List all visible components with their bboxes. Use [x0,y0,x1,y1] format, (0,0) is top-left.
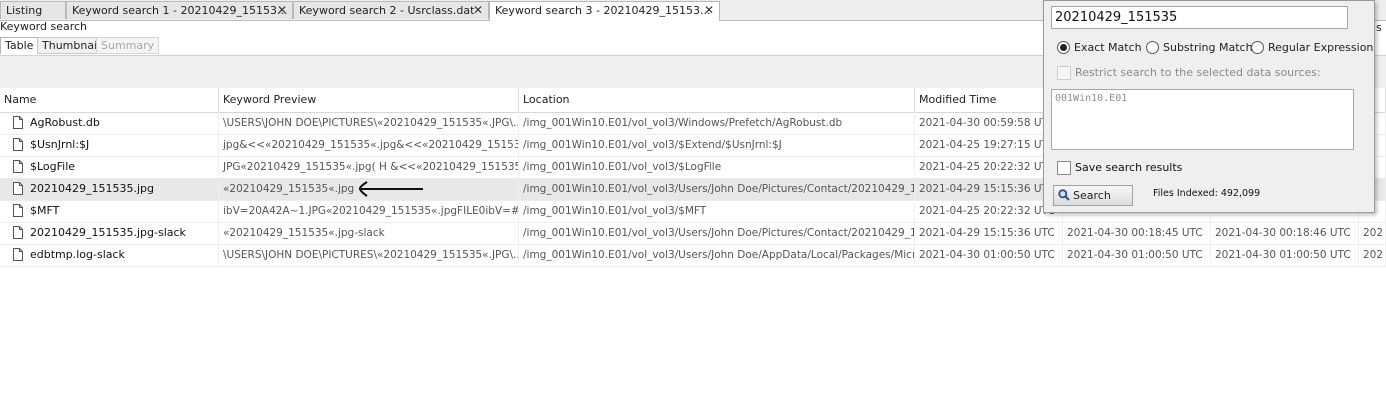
file-icon [13,204,23,217]
cell-col5: 2021-04-30 00:18:45 UTC [1063,222,1211,244]
cell-modified-time: 2021-04-29 15:15:36 UTC [915,222,1063,244]
cell-name: 20210429_151535.jpg [26,178,219,200]
file-icon [13,138,23,151]
search-button[interactable]: Search [1053,185,1133,206]
column-header-name[interactable]: Name [0,88,219,112]
radio-regular-expression[interactable]: Regular Expression [1251,40,1373,56]
cell-location: /img_001Win10.E01/vol_vol3/Users/John Do… [519,222,915,244]
search-query-input[interactable]: 20210429_151535 [1051,6,1348,29]
cell-keyword-preview: \USERS\JOHN DOE\PICTURES\«20210429_15153… [219,112,519,134]
save-results-label: Save search results [1075,161,1183,174]
tab-listing[interactable]: Listing [0,1,66,19]
subtab-summary: Summary [96,37,160,54]
cell-modified-time: 2021-04-25 20:22:32 UTC [915,156,1063,178]
search-icon [1058,189,1070,201]
file-icon [13,226,23,239]
cell-col6: 2021-04-30 00:18:46 UTC [1211,222,1359,244]
radio-unselected-icon [1146,41,1159,54]
table-row[interactable]: 20210429_151535.jpg-slack «20210429_1515… [0,222,1386,245]
file-icon [13,182,23,195]
files-indexed-count: Files Indexed: 492,099 [1153,188,1261,199]
tab-label: Keyword search 1 - 20210429_15153... [72,4,288,17]
tab-label: Keyword search 3 - 20210429_15153... [495,4,711,17]
cell-col7: 202 [1359,222,1386,244]
subtab-thumbnail[interactable]: Thumbnail [37,37,106,54]
radio-label: Regular Expression [1268,41,1374,54]
cell-name: $LogFile [26,156,219,178]
column-header-keyword-preview[interactable]: Keyword Preview [219,88,519,112]
cell-location: /img_001Win10.E01/vol_vol3/$Extend/$UsnJ… [519,134,915,156]
file-icon [13,248,23,261]
data-sources-list[interactable]: 001Win10.E01 [1051,89,1354,150]
column-header-modified-time[interactable]: Modified Time [915,88,1063,112]
panel-title: Keyword search [0,20,88,33]
cell-name: $MFT [26,200,219,222]
data-source-item[interactable]: 001Win10.E01 [1055,93,1350,104]
save-results-checkbox[interactable] [1057,161,1071,175]
cell-name: edbtmp.log-slack [26,244,219,266]
cell-location: /img_001Win10.E01/vol_vol3/Users/John Do… [519,244,915,266]
keyword-search-popup: 20210429_151535 Exact Match Substring Ma… [1043,0,1375,213]
cell-modified-time: 2021-04-29 15:15:36 UTC [915,178,1063,200]
cell-keyword-preview: ibV=20A42A~1.JPG«20210429_151535«.jpgFIL… [219,200,519,222]
cell-keyword-preview: \USERS\JOHN DOE\PICTURES\«20210429_15153… [219,244,519,266]
radio-substring-match[interactable]: Substring Match [1146,40,1253,56]
cell-col5: 2021-04-30 01:00:50 UTC [1063,244,1211,266]
cell-location: /img_001Win10.E01/vol_vol3/$MFT [519,200,915,222]
cell-keyword-preview: JPG«20210429_151535«.jpg( H &<<«20210429… [219,156,519,178]
clipped-text: s [1376,21,1382,34]
cell-col6: 2021-04-30 01:00:50 UTC [1211,244,1359,266]
cell-location: /img_001Win10.E01/vol_vol3/Windows/Prefe… [519,112,915,134]
radio-exact-match[interactable]: Exact Match [1057,40,1142,56]
cell-keyword-preview: jpg&<<«20210429_151535«.jpg&<<«20210429_… [219,134,519,156]
cell-modified-time: 2021-04-30 01:00:50 UTC [915,244,1063,266]
file-icon [13,116,23,129]
cell-keyword-preview: «20210429_151535«.jpg-slack [219,222,519,244]
cell-modified-time: 2021-04-30 00:59:58 UTC [915,112,1063,134]
subtab-table[interactable]: Table [0,37,39,54]
cell-location: /img_001Win10.E01/vol_vol3/Users/John Do… [519,178,915,200]
cell-modified-time: 2021-04-25 20:22:32 UTC [915,200,1063,222]
table-row[interactable]: edbtmp.log-slack \USERS\JOHN DOE\PICTURE… [0,244,1386,267]
radio-selected-icon [1057,41,1070,54]
radio-label: Exact Match [1074,41,1142,54]
close-icon[interactable]: ✕ [277,2,287,19]
close-icon[interactable]: ✕ [704,2,714,19]
cell-name: $UsnJrnl:$J [26,134,219,156]
radio-label: Substring Match [1163,41,1253,54]
cell-modified-time: 2021-04-25 19:27:15 UTC [915,134,1063,156]
arrow-annotation-icon [358,181,423,197]
restrict-sources-checkbox [1057,66,1071,80]
close-icon[interactable]: ✕ [473,2,483,19]
tab-keyword-search-1[interactable]: Keyword search 1 - 20210429_15153... ✕ [66,1,293,19]
tab-keyword-search-3[interactable]: Keyword search 3 - 20210429_15153... ✕ [489,1,720,21]
tab-label: Keyword search 2 - Usrclass.dat [299,4,475,17]
cell-name: AgRobust.db [26,112,219,134]
cell-col7: 202 [1359,244,1386,266]
radio-unselected-icon [1251,41,1264,54]
search-button-label: Search [1073,189,1111,202]
tab-keyword-search-2[interactable]: Keyword search 2 - Usrclass.dat ✕ [293,1,489,19]
tab-label: Listing [6,4,43,17]
restrict-sources-label: Restrict search to the selected data sou… [1075,66,1321,79]
cell-location: /img_001Win10.E01/vol_vol3/$LogFile [519,156,915,178]
column-header-location[interactable]: Location [519,88,915,112]
cell-name: 20210429_151535.jpg-slack [26,222,219,244]
file-icon [13,160,23,173]
